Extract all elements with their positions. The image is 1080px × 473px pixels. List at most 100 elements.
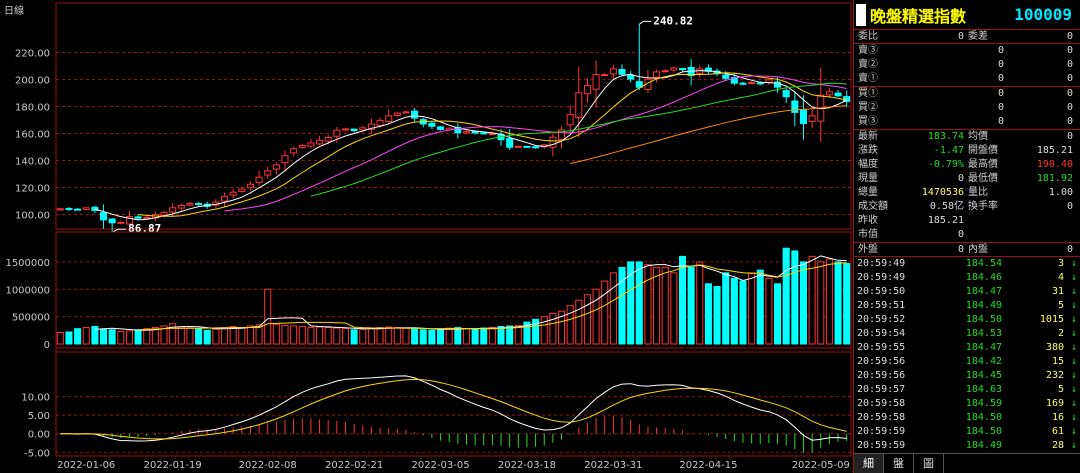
volume-bar (713, 286, 721, 345)
tick-price: 184.49 (965, 440, 1002, 451)
candle (376, 119, 384, 126)
stat-value: 1.00 (1048, 187, 1073, 198)
volume-bar (367, 327, 375, 345)
candle (609, 68, 617, 75)
panel-tabs: 細盤圖 (854, 453, 1080, 473)
annotation-pointer (638, 20, 652, 25)
tick-price: 184.47 (965, 342, 1002, 353)
candle (143, 216, 151, 219)
candle (108, 218, 116, 224)
tick-row: 20:59:54 184.53 2 ↓ (854, 327, 1080, 341)
tick-time: 20:59:51 (857, 300, 906, 311)
stat-value: 0 (957, 173, 964, 184)
volume-bar (843, 263, 851, 345)
volume-bar (540, 316, 548, 345)
volume-bar (825, 258, 833, 345)
candle (748, 82, 756, 85)
volume-y-tick: 500000 (12, 313, 50, 324)
chart-area[interactable]: 日線 100.00 120.00 140.00 160.00 180.00 200.00 22… (0, 0, 853, 473)
tab-1[interactable]: 盤 (884, 454, 914, 473)
volume-bar (765, 277, 773, 345)
volume-bar (782, 247, 790, 345)
macd-y-tick: 5.00 (28, 411, 50, 422)
annotation-high: 240.82 (653, 14, 693, 27)
x-date-label: 2022-02-08 (239, 460, 297, 471)
stat-label: 昨收 (858, 215, 878, 226)
stat-label: 現量 (858, 173, 878, 184)
down-arrow-icon: ↓ (1070, 440, 1077, 451)
tick-volume: 5 (1057, 300, 1064, 311)
volume-bar (350, 329, 358, 345)
candle (411, 110, 419, 119)
bid-label: 買② (858, 102, 878, 113)
x-date-label: 2022-04-15 (679, 460, 737, 471)
stat-label: 市值 (858, 229, 878, 240)
macd-y-tick: -5.00 (24, 448, 50, 459)
stat-label: 均價 (968, 131, 988, 142)
ask-volume: 0 (1066, 45, 1073, 56)
stat-row: 幅度 -0.79% 最高價 190.40 (854, 158, 1080, 172)
down-arrow-icon: ↓ (1070, 342, 1077, 353)
tick-time: 20:59:49 (857, 258, 906, 269)
candle (765, 79, 773, 83)
down-arrow-icon: ↓ (1070, 398, 1077, 409)
tick-row: 20:59:52 184.50 1015 ↓ (854, 313, 1080, 327)
tab-0[interactable]: 細 (854, 454, 884, 473)
stat-label: 最低價 (968, 173, 998, 184)
tick-row: 20:59:59 184.49 28 ↓ (854, 439, 1080, 453)
candle (402, 111, 410, 114)
candle (670, 67, 678, 71)
weicha-label: 委差 (968, 31, 988, 42)
x-date-label: 2022-01-19 (144, 460, 202, 471)
volume-bar (445, 327, 453, 345)
tick-price: 184.46 (965, 272, 1002, 283)
weicha-value: 0 (1066, 31, 1073, 42)
candle (298, 145, 306, 149)
candle (56, 208, 64, 211)
tick-price: 184.45 (965, 370, 1002, 381)
bid-price: 0 (997, 102, 1004, 113)
candle (316, 139, 324, 145)
volume-bar (195, 328, 203, 345)
tick-list[interactable]: 20:59:49 184.54 3 ↓ 20:59:49 184.46 4 ↓ 20:59:50… (854, 257, 1080, 453)
volume-bar (454, 327, 462, 345)
candle (808, 115, 816, 122)
bid-volume: 0 (1066, 88, 1073, 99)
index-name: 晚盤精選指數 (870, 6, 967, 26)
tab-2[interactable]: 圖 (914, 454, 944, 473)
tick-row: 20:59:56 184.45 232 ↓ (854, 369, 1080, 383)
stat-value: -0.79% (927, 159, 964, 170)
candle (799, 109, 807, 125)
volume-bar (186, 327, 194, 345)
volume-bar (281, 324, 289, 345)
candle (160, 211, 168, 216)
macd-y-tick: 10.00 (21, 393, 50, 404)
candle (220, 195, 229, 202)
ask-label: 賣① (858, 73, 878, 84)
bid-price: 0 (997, 88, 1004, 99)
volume-bar (575, 299, 583, 345)
candle (307, 142, 315, 147)
volume-bar (411, 328, 419, 345)
stat-value: 183.74 (927, 131, 964, 142)
stat-row: 昨收 185.21 (854, 214, 1080, 228)
candle (341, 128, 350, 131)
tick-volume: 232 (1045, 370, 1064, 381)
stat-label: 量比 (968, 187, 988, 198)
volume-bar (653, 266, 661, 345)
x-date-label: 2022-02-21 (325, 460, 383, 471)
volume-bar (583, 294, 591, 345)
volume-bar (402, 327, 410, 345)
volume-bar (359, 328, 367, 345)
volume-bar (307, 327, 315, 345)
volume-bar (661, 266, 669, 345)
stat-value: 185.21 (1036, 145, 1073, 156)
candle-frame (55, 2, 852, 230)
tick-price: 184.54 (965, 258, 1002, 269)
volume-bar (74, 328, 82, 345)
tick-price: 184.59 (965, 398, 1002, 409)
stat-value: 185.21 (927, 215, 964, 226)
tick-volume: 61 (1051, 426, 1064, 437)
tick-volume: 2 (1057, 328, 1064, 339)
volume-bar (264, 288, 272, 345)
